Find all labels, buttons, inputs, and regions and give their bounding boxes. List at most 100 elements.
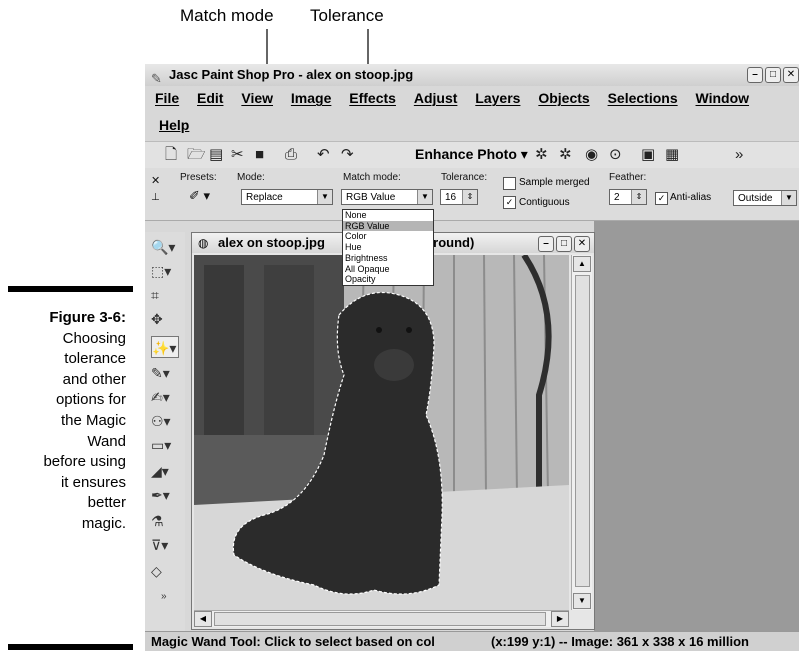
match-mode-option[interactable]: Brightness [343,253,433,264]
save-icon[interactable]: ■ [255,146,264,164]
menu-objects[interactable]: Objects [538,90,589,106]
tools-palette: 🔍▾ ⬚▾ ⌗ ✥ ✨▾ ✎▾ ✍▾ ⚇▾ ▭▾ ◢▾ ✒▾ ⚗ ⊽▾ ◇ » [145,232,185,632]
match-mode-option-selected[interactable]: RGB Value [343,220,433,232]
presets-wand-icon[interactable]: ✐ ▾ [189,188,210,204]
photo-canvas[interactable] [194,255,569,610]
enhance-photo-button[interactable]: Enhance Photo ▾ [415,146,528,163]
doc-close-button[interactable]: ✕ [574,236,590,252]
feather-spinner[interactable]: 2 ⇕ [609,189,647,205]
caption-line: and other [62,370,126,388]
fill-tool-icon[interactable]: ⚗ [151,510,179,532]
vertical-scroll-thumb[interactable] [575,275,590,587]
magic-wand-tool-icon[interactable]: ✨▾ [151,336,179,358]
mode-value: Replace [246,192,283,203]
dog-photo [194,255,569,610]
scroll-left-button[interactable]: ◀ [194,611,212,627]
match-mode-option[interactable]: All Opaque [343,264,433,275]
match-mode-label: Match mode: [343,172,401,183]
match-mode-select[interactable]: RGB Value ▼ [341,189,433,205]
close-palette-icon[interactable]: ✕ [151,174,160,187]
tolerance-spinner[interactable]: 16 ⇕ [440,189,478,205]
match-mode-option[interactable]: None [343,210,433,221]
match-mode-option[interactable]: Color [343,231,433,242]
menu-edit[interactable]: Edit [197,90,223,106]
menu-image[interactable]: Image [291,90,331,106]
chevron-down-icon: ▼ [781,191,796,205]
text-tool-icon[interactable]: ⊽▾ [151,534,179,556]
new-icon[interactable]: 🗋 [165,146,177,164]
vertical-scrollbar[interactable]: ▲ ▼ [571,255,592,610]
menu-adjust[interactable]: Adjust [414,90,458,106]
doc-maximize-button[interactable]: □ [556,236,572,252]
more-tools-icon[interactable]: » [735,146,743,164]
contiguous-checkbox[interactable]: ✓ [503,196,516,209]
retouch-icon[interactable]: ⊙ [609,146,622,164]
image-icon[interactable]: ▣ [641,146,655,164]
eraser-tool-icon[interactable]: ◢▾ [151,460,179,482]
doc-minimize-button[interactable]: – [538,236,554,252]
chevron-down-icon: ▼ [417,190,432,204]
undo-icon[interactable]: ↶ [317,146,330,164]
maximize-button[interactable]: □ [765,67,781,83]
match-mode-option[interactable]: Opacity [343,274,433,285]
spinner-icon[interactable]: ⇕ [462,190,477,204]
status-coordinates: (x:199 y:1) -- Image: 361 x 338 x 16 mil… [491,634,749,649]
match-mode-option[interactable]: Hue [343,242,433,253]
close-button[interactable]: ✕ [783,67,799,83]
scroll-right-button[interactable]: ▶ [551,611,569,627]
workspace-background [594,221,799,632]
menu-selections[interactable]: Selections [608,90,678,106]
red-eye-icon[interactable]: ◉ [585,146,598,164]
anti-alias-mode-select[interactable]: Outside ▼ [733,190,797,206]
menu-view[interactable]: View [241,90,273,106]
zoom-tool-icon[interactable]: 🔍▾ [151,236,179,258]
caption-line: Wand [87,432,126,450]
menu-effects[interactable]: Effects [349,90,396,106]
horizontal-scrollbar[interactable]: ◀ ▶ [194,610,569,627]
dodge-tool-icon[interactable]: ✒▾ [151,484,179,506]
pin-icon[interactable]: ⊥ [151,192,160,203]
menu-layers[interactable]: Layers [475,90,520,106]
menu-file[interactable]: File [155,90,179,106]
clone-tool-icon[interactable]: ⚇▾ [151,410,179,432]
mode-label: Mode: [237,172,265,183]
anti-alias-checkbox[interactable]: ✓ [655,192,668,205]
color-replacer-tool-icon[interactable]: ▭▾ [151,434,179,456]
auto-fix-icon[interactable]: ✲ [535,146,548,164]
caption-line: the Magic [60,411,126,429]
crop-tool-icon[interactable]: ⌗ [151,284,179,306]
caption-line: better [87,494,126,512]
print-icon[interactable]: ⎙ [285,146,297,164]
open-icon[interactable]: 🗁 [187,146,206,164]
horizontal-scroll-thumb[interactable] [214,612,546,626]
color-fix-icon[interactable]: ✲ [559,146,572,164]
more-tools-chevron-icon[interactable]: » [161,586,189,608]
shape-tool-icon[interactable]: ◇ [151,560,179,582]
match-mode-value: RGB Value [346,192,396,203]
browse-icon[interactable]: ▤ [209,146,223,164]
presets-label: Presets: [180,172,217,183]
scroll-up-button[interactable]: ▲ [573,256,591,272]
standard-toolbar: 🗋 🗁 ▤ ✂ ■ ⎙ ↶ ↷ Enhance Photo ▾ ✲ ✲ ◉ ⊙ … [145,141,799,169]
redo-icon[interactable]: ↷ [341,146,354,164]
scroll-down-button[interactable]: ▼ [573,593,591,609]
caption-line: before using [43,453,126,471]
menu-window[interactable]: Window [696,90,750,106]
eyedropper-tool-icon[interactable]: ✎▾ [151,362,179,384]
move-tool-icon[interactable]: ✥ [151,308,179,330]
status-hint: Magic Wand Tool: Click to select based o… [151,634,435,649]
tolerance-label: Tolerance: [441,172,488,183]
spinner-icon[interactable]: ⇕ [631,190,646,204]
menu-help[interactable]: Help [159,117,189,133]
paint-brush-tool-icon[interactable]: ✍▾ [151,386,179,408]
mode-select[interactable]: Replace ▼ [241,189,333,205]
frame-icon[interactable]: ▦ [665,146,679,164]
selection-tool-icon[interactable]: ⬚▾ [151,260,179,282]
tool-options-bar: ✕ ⊥ Presets: ✐ ▾ Mode: Replace ▼ Match m… [145,168,799,221]
feather-value: 2 [614,192,620,203]
scan-icon[interactable]: ✂ [231,146,244,164]
minimize-button[interactable]: – [747,67,763,83]
sample-merged-checkbox[interactable] [503,177,516,190]
anti-alias-mode-value: Outside [738,193,773,204]
title-bar[interactable]: ✎ Jasc Paint Shop Pro - alex on stoop.jp… [145,64,799,86]
